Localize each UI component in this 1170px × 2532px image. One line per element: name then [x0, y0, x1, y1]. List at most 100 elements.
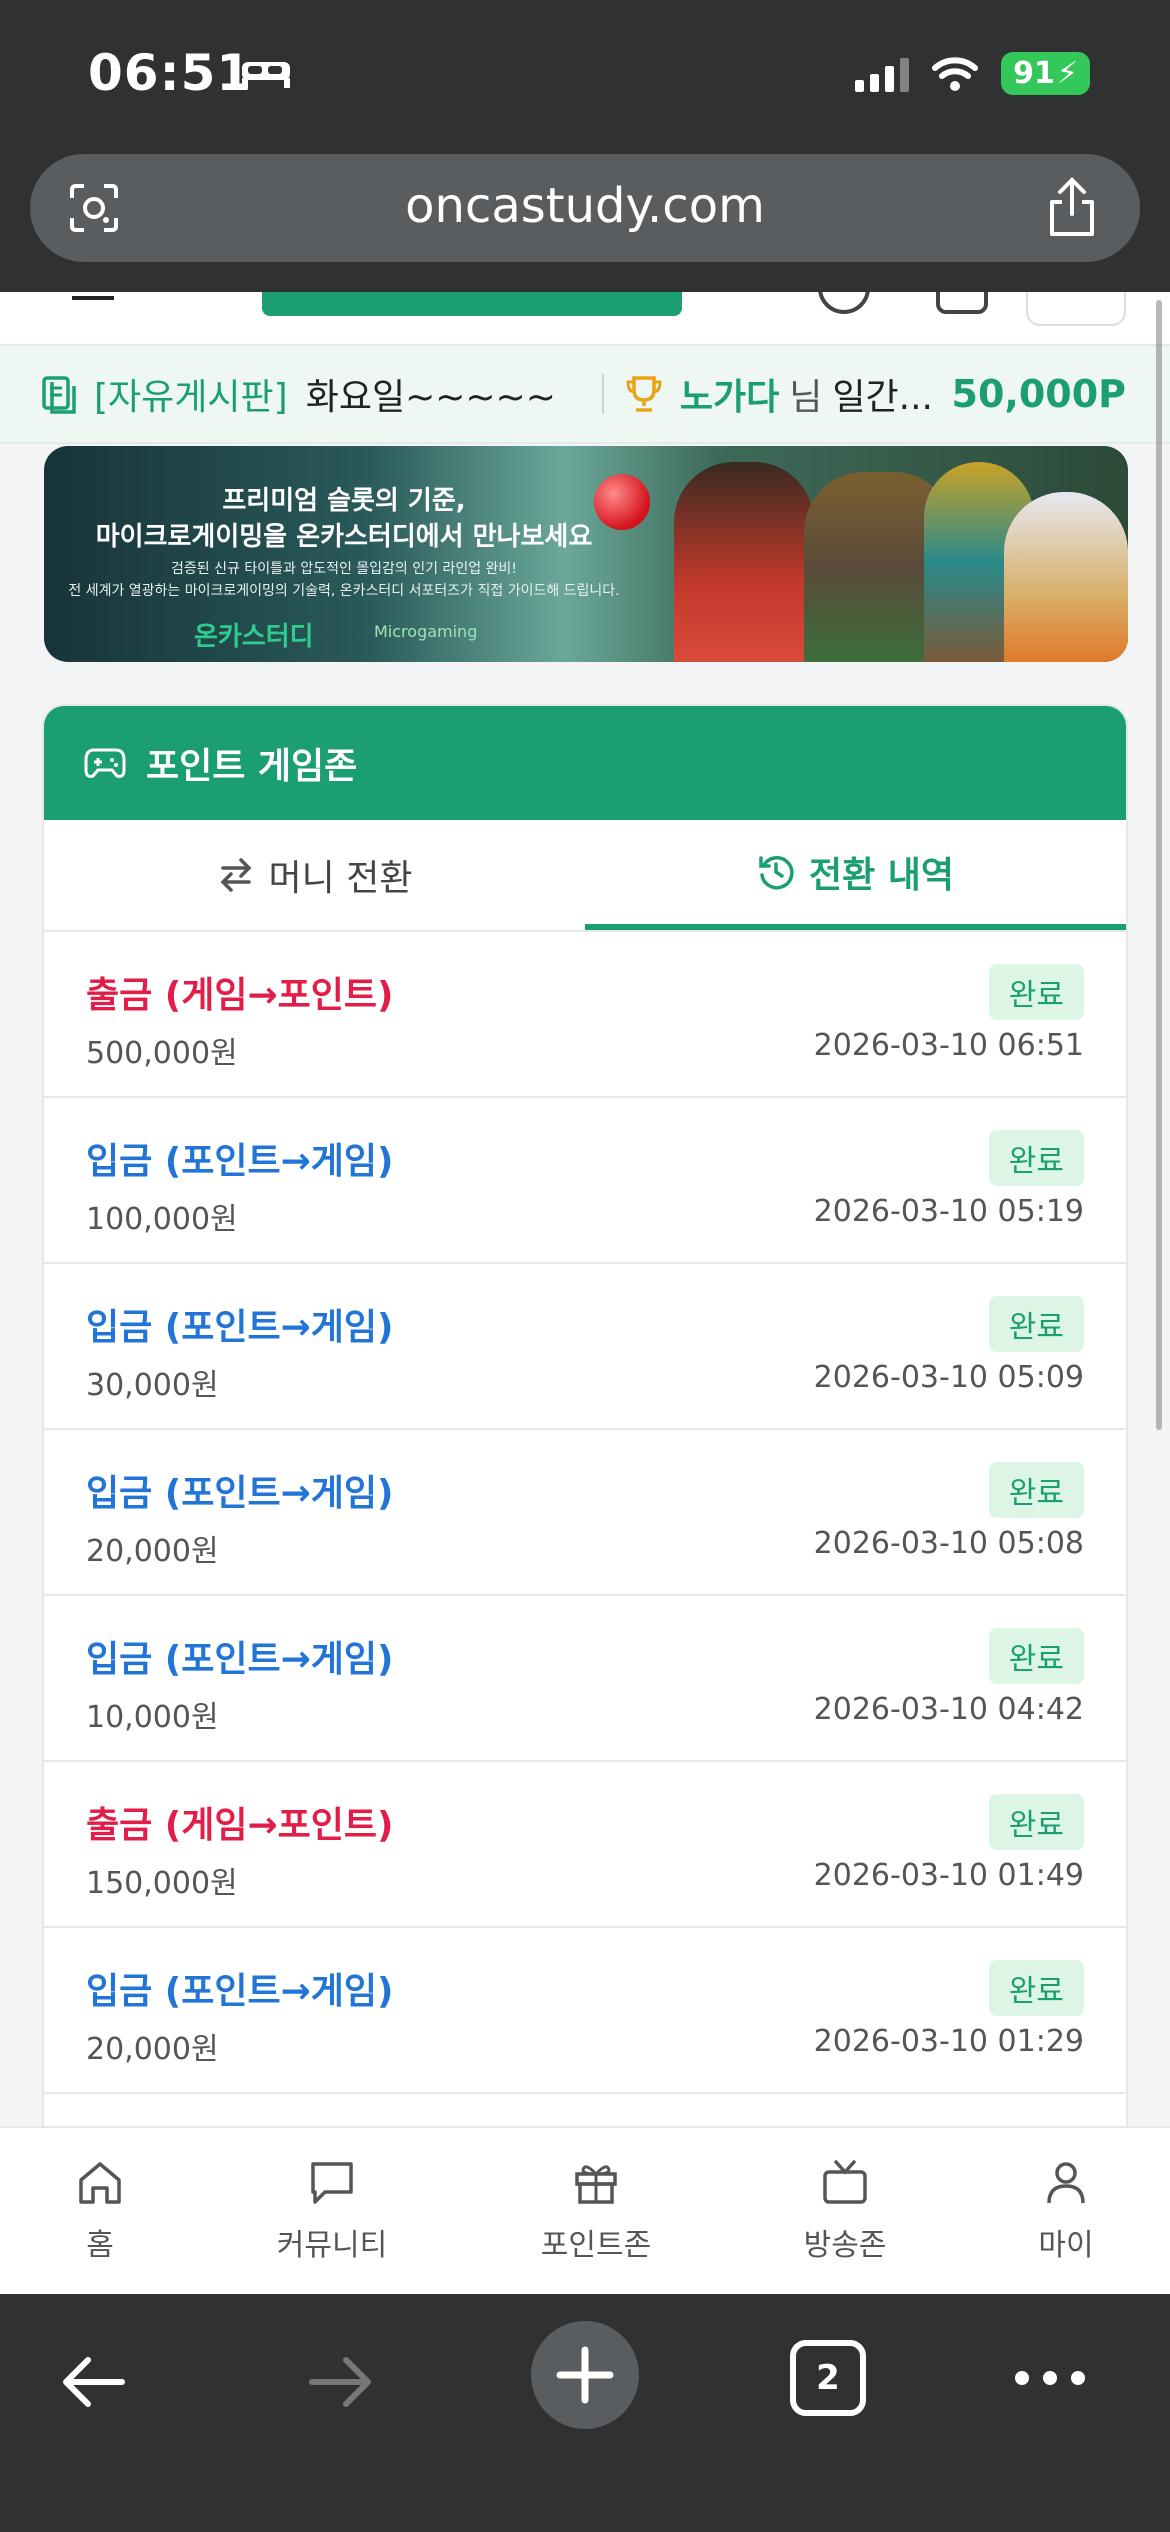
- nav-community[interactable]: 커뮤니티: [252, 2158, 412, 2264]
- point-game-zone: 포인트 게임존 머니 전환 전환 내역 출금 (게임→포인트) 500,000원…: [44, 706, 1126, 2126]
- character-viking: [1004, 492, 1128, 662]
- gem-icon: [594, 474, 650, 530]
- transaction-type: 입금 (포인트→게임): [86, 1639, 394, 1680]
- share-icon[interactable]: [1044, 176, 1100, 238]
- site-header: [0, 292, 1170, 346]
- new-tab-icon[interactable]: [530, 2320, 640, 2430]
- character-woman: [674, 462, 814, 662]
- banner-partner-logo: Microgaming: [374, 622, 478, 641]
- document-icon: [42, 376, 76, 414]
- transaction-time: 2026-03-10 01:49: [813, 1858, 1084, 1893]
- transaction-time: 2026-03-10 05:19: [813, 1194, 1084, 1229]
- battery-level: 91: [1013, 56, 1055, 91]
- nav-label: 방송존: [803, 2228, 887, 2263]
- tab-label: 머니 전환: [268, 858, 413, 899]
- transaction-row: 입금 (포인트→게임) 30,000원 완료 2026-03-10 05:09: [44, 1264, 1126, 1430]
- ticker-rank-text: 일간...: [832, 377, 933, 418]
- transaction-row: 입금 (포인트→게임) 100,000원 완료 2026-03-10 05:19: [44, 1098, 1126, 1264]
- transaction-type: 입금 (포인트→게임): [86, 1473, 394, 1514]
- transaction-time: 2026-03-10 06:51: [813, 1028, 1084, 1063]
- transaction-row: 출금 (게임→포인트) 150,000원 완료 2026-03-10 01:49: [44, 1762, 1126, 1928]
- nav-label: 포인트존: [540, 2228, 652, 2263]
- forward-icon[interactable]: [302, 2344, 378, 2420]
- transaction-time: 2026-03-10 01:29: [813, 2024, 1084, 2059]
- banner-title-2: 마이크로게이밍을 온카스터디에서 만나보세요: [95, 522, 593, 552]
- notice-ticker[interactable]: [자유게시판] 화요일~~~~~ 노가다 님 일간... 50,000P: [0, 346, 1170, 444]
- status-badge: 완료: [988, 964, 1084, 1020]
- bell-icon[interactable]: [936, 292, 988, 314]
- status-badge: 완료: [988, 1794, 1084, 1850]
- more-icon[interactable]: [1010, 2358, 1090, 2398]
- promo-banner[interactable]: 프리미엄 슬롯의 기준, 마이크로게이밍을 온카스터디에서 만나보세요 검증된 …: [44, 446, 1128, 662]
- gamepad-icon: [84, 748, 126, 778]
- tabs-button[interactable]: 2: [790, 2340, 866, 2416]
- transaction-row: 출금 (게임→포인트) 500,000원 완료 2026-03-10 06:51: [44, 932, 1126, 1098]
- ticker-user: 노가다: [679, 377, 780, 418]
- tab-money-exchange[interactable]: 머니 전환: [44, 820, 585, 930]
- battery-indicator: 91 ⚡: [1001, 52, 1090, 95]
- banner-title-1: 프리미엄 슬롯의 기준,: [222, 486, 466, 516]
- trophy-icon: [626, 376, 662, 412]
- menu-icon[interactable]: [72, 296, 114, 300]
- transaction-amount: 150,000원: [86, 1866, 238, 1901]
- status-badge: 완료: [988, 1296, 1084, 1352]
- status-time: 06:51: [88, 44, 253, 102]
- nav-broadcast-zone[interactable]: 방송존: [765, 2158, 925, 2264]
- bed-icon: [242, 62, 290, 88]
- banner-logo: 온카스터디: [194, 622, 314, 652]
- transaction-amount: 500,000원: [86, 1036, 238, 1071]
- transaction-type: 입금 (포인트→게임): [86, 1307, 394, 1348]
- history-icon: [759, 856, 794, 890]
- nav-home[interactable]: 홈: [20, 2158, 180, 2264]
- wifi-icon: [932, 56, 979, 91]
- transaction-amount: 20,000원: [86, 1534, 219, 1569]
- browser-address-area: oncastudy.com: [0, 150, 1170, 292]
- transaction-amount: 30,000원: [86, 1368, 219, 1403]
- transaction-type: 출금 (게임→포인트): [86, 975, 394, 1016]
- tv-icon: [823, 2160, 867, 2204]
- transaction-row: 입금 (포인트→게임) 20,000원 완료 2026-03-10 05:08: [44, 1430, 1126, 1596]
- nav-point-zone[interactable]: 포인트존: [516, 2158, 676, 2264]
- nav-label: 마이: [1038, 2228, 1094, 2263]
- transaction-type: 입금 (포인트→게임): [86, 1971, 394, 2012]
- transaction-time: 2026-03-10 05:09: [813, 1360, 1084, 1395]
- user-icon: [1047, 2162, 1085, 2204]
- transaction-row: 입금 (포인트→게임) 10,000원 완료 2026-03-10 04:42: [44, 1596, 1126, 1762]
- tab-label: 전환 내역: [808, 855, 954, 896]
- banner-subtitle-2: 전 세계가 열광하는 마이크로게이밍의 기술력, 온카스터디 서포터즈가 직접 …: [68, 583, 620, 599]
- chat-icon: [311, 2162, 353, 2204]
- ticker-divider: [601, 374, 604, 414]
- swap-icon: [220, 858, 252, 892]
- home-icon: [79, 2162, 121, 2204]
- profile-button[interactable]: [1026, 292, 1126, 326]
- game-zone-tabs: 머니 전환 전환 내역: [44, 820, 1126, 932]
- transaction-amount: 20,000원: [86, 2032, 219, 2067]
- status-badge: 완료: [988, 1462, 1084, 1518]
- nav-label: 홈: [86, 2228, 114, 2263]
- game-zone-title: 포인트 게임존: [146, 746, 358, 787]
- transaction-list: 출금 (게임→포인트) 500,000원 완료 2026-03-10 06:51…: [44, 932, 1126, 2094]
- status-badge: 완료: [988, 1628, 1084, 1684]
- transaction-time: 2026-03-10 05:08: [813, 1526, 1084, 1561]
- gift-icon: [575, 2165, 617, 2204]
- ticker-board: [자유게시판]: [94, 377, 288, 418]
- status-badge: 완료: [988, 1960, 1084, 2016]
- search-icon[interactable]: [818, 292, 870, 314]
- tab-count: 2: [816, 2358, 840, 2398]
- nav-label: 커뮤니티: [276, 2228, 388, 2263]
- ticker-post-title[interactable]: 화요일~~~~~: [306, 368, 556, 420]
- browser-toolbar: 2: [0, 2294, 1170, 2532]
- page-scrollbar[interactable]: [1156, 300, 1162, 1430]
- game-zone-header: 포인트 게임존: [44, 706, 1126, 820]
- nav-my[interactable]: 마이: [986, 2158, 1146, 2264]
- back-icon[interactable]: [56, 2344, 132, 2420]
- ticker-honorific: 님: [789, 377, 823, 418]
- status-bar: 06:51 91 ⚡: [0, 0, 1170, 150]
- transaction-row: 입금 (포인트→게임) 20,000원 완료 2026-03-10 01:29: [44, 1928, 1126, 2094]
- tab-exchange-history[interactable]: 전환 내역: [585, 820, 1126, 930]
- transaction-time: 2026-03-10 04:42: [813, 1692, 1084, 1727]
- status-badge: 완료: [988, 1130, 1084, 1186]
- site-logo[interactable]: [262, 292, 682, 316]
- address-bar[interactable]: oncastudy.com: [30, 154, 1140, 262]
- url-text: oncastudy.com: [405, 178, 765, 234]
